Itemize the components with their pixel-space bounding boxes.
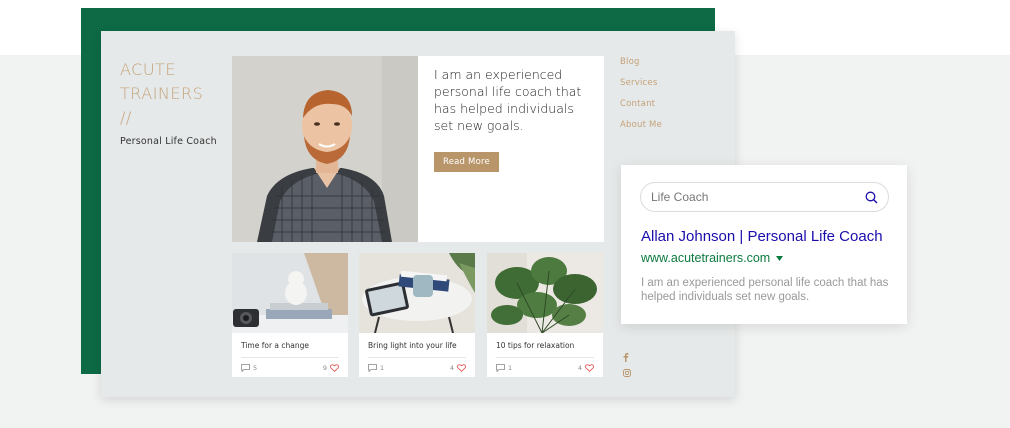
facebook-icon[interactable] bbox=[623, 349, 631, 365]
nav-item-about-me[interactable]: About Me bbox=[620, 120, 662, 141]
bust-illustration bbox=[232, 253, 348, 333]
brand-line-1: ACUTE bbox=[120, 60, 176, 79]
comment-count[interactable]: 1 bbox=[368, 364, 384, 372]
heart-icon bbox=[330, 364, 339, 372]
like-count-value: 4 bbox=[577, 364, 582, 372]
brand-line-2: TRAINERS bbox=[120, 84, 204, 103]
comment-count-value: 5 bbox=[253, 364, 258, 372]
post-image-plant bbox=[487, 253, 603, 333]
read-more-button[interactable]: Read More bbox=[434, 152, 499, 172]
like-count-value: 9 bbox=[322, 364, 327, 372]
like-count[interactable]: 4 bbox=[450, 364, 466, 372]
comment-icon bbox=[496, 364, 505, 372]
search-result-description: I am an experienced personal life coach … bbox=[641, 277, 889, 303]
hero-text: I am an experienced personal life coach … bbox=[418, 56, 604, 242]
search-result-title-link[interactable]: Allan Johnson | Personal Life Coach bbox=[641, 228, 883, 245]
site-nav: Blog Services Contant About Me bbox=[620, 57, 662, 141]
hero-section: I am an experienced personal life coach … bbox=[232, 56, 604, 242]
nav-item-services[interactable]: Services bbox=[620, 78, 662, 99]
tablet-illustration bbox=[359, 253, 475, 333]
post-title[interactable]: Time for a change bbox=[232, 333, 348, 357]
nav-item-blog[interactable]: Blog bbox=[620, 57, 662, 78]
brand-tagline: Personal Life Coach bbox=[120, 136, 217, 147]
comment-icon bbox=[368, 364, 377, 372]
post-meta: 5 9 bbox=[232, 358, 348, 372]
blog-post-card[interactable]: Bring light into your life 1 4 bbox=[359, 253, 475, 377]
social-links bbox=[623, 349, 631, 381]
coach-illustration bbox=[232, 56, 418, 242]
comment-count[interactable]: 5 bbox=[241, 364, 257, 372]
heart-icon bbox=[457, 364, 466, 372]
blog-post-card[interactable]: Time for a change 5 9 bbox=[232, 253, 348, 377]
caret-down-icon[interactable] bbox=[776, 255, 784, 261]
search-query: Life Coach bbox=[651, 190, 709, 204]
nav-item-contact[interactable]: Contant bbox=[620, 99, 662, 120]
hero-intro-text: I am an experienced personal life coach … bbox=[434, 67, 582, 133]
search-icon[interactable] bbox=[865, 191, 878, 204]
brand-block: ACUTE TRAINERS // Personal Life Coach bbox=[120, 58, 230, 147]
brand-line-3: // bbox=[120, 108, 132, 127]
like-count[interactable]: 4 bbox=[578, 364, 594, 372]
post-image-tablet bbox=[359, 253, 475, 333]
comment-count-value: 1 bbox=[508, 364, 513, 372]
comment-count[interactable]: 1 bbox=[496, 364, 512, 372]
search-result-url[interactable]: www.acutetrainers.com bbox=[641, 251, 784, 265]
like-count-value: 4 bbox=[449, 364, 454, 372]
blog-post-card[interactable]: 10 tips for relaxation 1 4 bbox=[487, 253, 603, 377]
result-url-text: www.acutetrainers.com bbox=[641, 251, 771, 265]
post-meta: 1 4 bbox=[359, 358, 475, 372]
post-image-bust bbox=[232, 253, 348, 333]
comment-count-value: 1 bbox=[380, 364, 385, 372]
like-count[interactable]: 9 bbox=[323, 364, 339, 372]
post-title[interactable]: 10 tips for relaxation bbox=[487, 333, 603, 357]
search-input[interactable]: Life Coach bbox=[640, 182, 889, 212]
post-meta: 1 4 bbox=[487, 358, 603, 372]
search-result-card: Life Coach Allan Johnson | Personal Life… bbox=[621, 165, 907, 324]
plant-illustration bbox=[487, 253, 603, 333]
brand-name[interactable]: ACUTE TRAINERS // bbox=[120, 58, 230, 130]
heart-icon bbox=[585, 364, 594, 372]
comment-icon bbox=[241, 364, 250, 372]
instagram-icon[interactable] bbox=[623, 365, 631, 381]
post-title[interactable]: Bring light into your life bbox=[359, 333, 475, 357]
coach-photo bbox=[232, 56, 418, 242]
